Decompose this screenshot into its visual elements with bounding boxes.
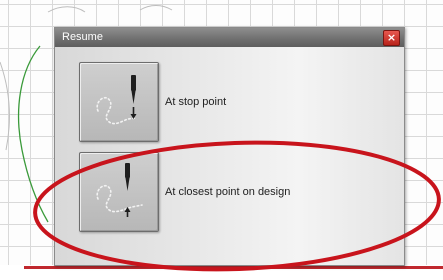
option-label-stop-point: At stop point: [165, 96, 227, 108]
needle-closest-point-icon: [96, 163, 143, 217]
resume-dialog: Resume × At stop point At closest point …: [54, 27, 405, 266]
option-label-closest-point: At closest point on design: [165, 186, 291, 198]
bottom-red-line: [24, 266, 443, 269]
dialog-title: Resume: [62, 31, 103, 43]
dialog-body: At stop point At closest point on design: [55, 47, 404, 265]
close-icon: ×: [386, 31, 397, 44]
resume-at-closest-point-button[interactable]: [79, 152, 159, 232]
resume-at-stop-point-button[interactable]: [79, 62, 159, 142]
needle-stop-point-icon: [96, 75, 137, 125]
close-button[interactable]: ×: [383, 30, 400, 46]
dialog-titlebar: Resume ×: [55, 28, 404, 47]
